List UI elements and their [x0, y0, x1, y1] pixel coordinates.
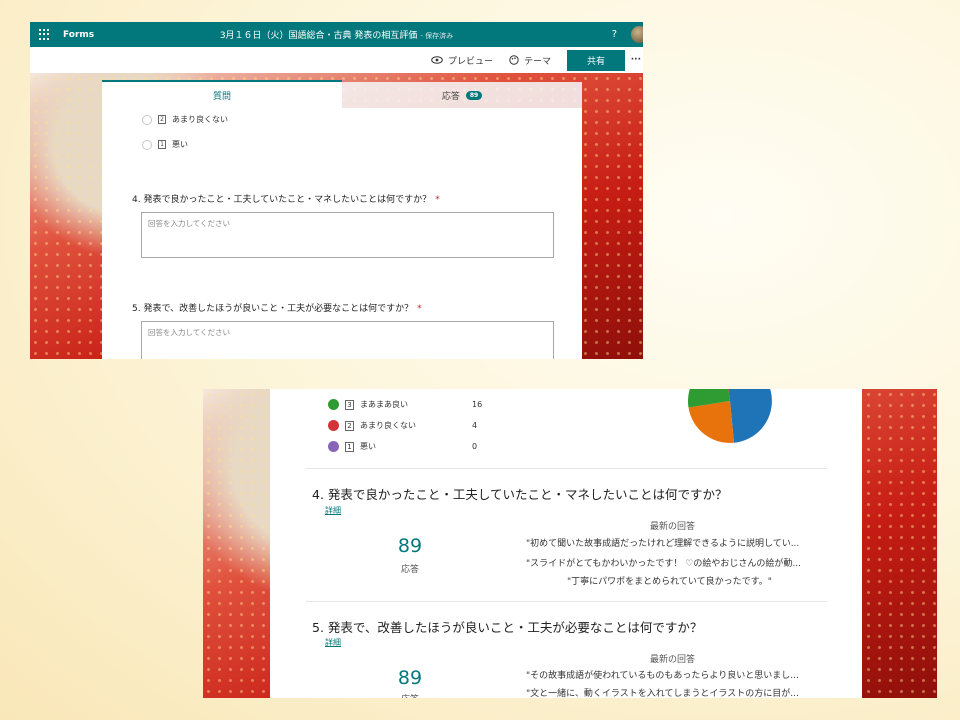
legend-dot [328, 399, 339, 410]
required-marker: * [435, 195, 440, 205]
palette-icon [509, 55, 519, 65]
latest-response: "その故事成語が使われているものもあったらより良いと思いまし... [526, 671, 799, 681]
option-row[interactable]: 2 あまり良くない [142, 114, 228, 125]
responses-card: 3 まあまあ良い 16 2 あまり良くない 4 1 悪い 0 4. 発表で良かっ… [270, 389, 862, 698]
app-header: Forms 3月１６日（火）国語総合・古典 発表の相互評価 - 保存済み ? [30, 22, 643, 47]
help-button[interactable]: ? [612, 29, 617, 40]
more-options-icon[interactable]: ··· [631, 55, 641, 65]
legend-item: 2 あまり良くない 4 [328, 420, 490, 431]
details-link[interactable]: 詳細 [325, 505, 341, 516]
latest-response: "スライドがとてもかわいかったです！ ♡の絵やおじさんの絵が動... [526, 559, 801, 569]
legend-count: 0 [472, 442, 478, 451]
section-divider [306, 468, 827, 469]
section-divider [306, 601, 827, 602]
tab-responses[interactable]: 応答 89 [342, 82, 582, 108]
theme-label: テーマ [523, 56, 551, 67]
answer-input[interactable]: 回答を入力してください [141, 212, 554, 258]
tab-responses-label: 応答 [441, 91, 460, 102]
option-number: 2 [158, 115, 166, 124]
preview-label: プレビュー [447, 56, 493, 67]
response-count: 89 [397, 667, 423, 689]
legend-label: まあまあ良い [360, 400, 408, 409]
avatar[interactable] [631, 26, 643, 43]
responses-count-badge: 89 [465, 90, 483, 100]
radio-button[interactable] [142, 139, 152, 150]
option-label: 悪い [172, 140, 188, 149]
pie-slice-orange [688, 401, 734, 443]
pie-chart [688, 389, 772, 443]
option-row[interactable]: 1 悪い [142, 139, 188, 150]
radio-button[interactable] [142, 114, 152, 125]
form-title: 3月１６日（火）国語総合・古典 発表の相互評価 - 保存済み [219, 31, 454, 41]
forms-editor-screenshot: Forms 3月１６日（火）国語総合・古典 発表の相互評価 - 保存済み ? プレ… [30, 22, 643, 359]
latest-responses-header: 最新の回答 [650, 655, 696, 665]
required-marker: * [417, 304, 422, 314]
editor-tabs: 質問 応答 89 [102, 80, 582, 108]
legend-number: 3 [345, 399, 354, 410]
legend-count: 4 [472, 421, 478, 430]
question-title: 4. 発表で良かったこと・工夫していたこと・マネしたいことは何ですか？ [312, 487, 728, 502]
tab-questions[interactable]: 質問 [102, 80, 342, 108]
legend-number: 2 [345, 420, 354, 431]
legend-dot [328, 441, 339, 452]
response-count: 89 [397, 535, 423, 557]
share-button[interactable]: 共有 [567, 49, 625, 71]
question-title: 4. 発表で良かったこと・工夫していたこと・マネしたいことは何ですか？ * [132, 195, 440, 205]
answer-input[interactable]: 回答を入力してください [141, 321, 554, 359]
pie-slice-blue [730, 389, 772, 443]
question-title: 5. 発表で、改善したほうが良いこと・工夫が必要なことは何ですか？ * [132, 304, 422, 314]
latest-responses-header: 最新の回答 [650, 522, 696, 532]
legend-label: 悪い [360, 442, 376, 451]
responses-summary-screenshot: 3 まあまあ良い 16 2 あまり良くない 4 1 悪い 0 4. 発表で良かっ… [203, 389, 937, 698]
legend-item: 1 悪い 0 [328, 441, 490, 452]
latest-response: "文と一緒に、動くイラストを入れてしまうとイラストの方に目が... [526, 689, 799, 698]
save-status: - 保存済み [420, 32, 454, 40]
response-count-label: 応答 [400, 565, 419, 575]
form-body: 2 あまり良くない 1 悪い 4. 発表で良かったこと・工夫していたこと・マネし… [102, 108, 582, 359]
legend-label: あまり良くない [360, 421, 416, 430]
theme-button[interactable]: テーマ [509, 54, 551, 67]
legend-dot [328, 420, 339, 431]
latest-response: "丁寧にパワポをまとめられていて良かったです。" [567, 577, 772, 587]
option-label: あまり良くない [172, 115, 228, 124]
preview-button[interactable]: プレビュー [431, 54, 493, 67]
legend-item: 3 まあまあ良い 16 [328, 399, 490, 410]
legend-number: 1 [345, 441, 354, 452]
option-number: 1 [158, 140, 166, 149]
response-count-label: 応答 [380, 692, 440, 698]
command-bar: プレビュー テーマ 共有 ··· [30, 47, 643, 73]
question-title: 5. 発表で、改善したほうが良いこと・工夫が必要なことは何ですか？ [312, 620, 703, 635]
legend-count: 16 [472, 400, 483, 409]
eye-icon [431, 56, 443, 64]
latest-response: "初めて聞いた故事成語だったけれど理解できるように説明してい... [526, 539, 800, 549]
details-link[interactable]: 詳細 [325, 637, 341, 648]
